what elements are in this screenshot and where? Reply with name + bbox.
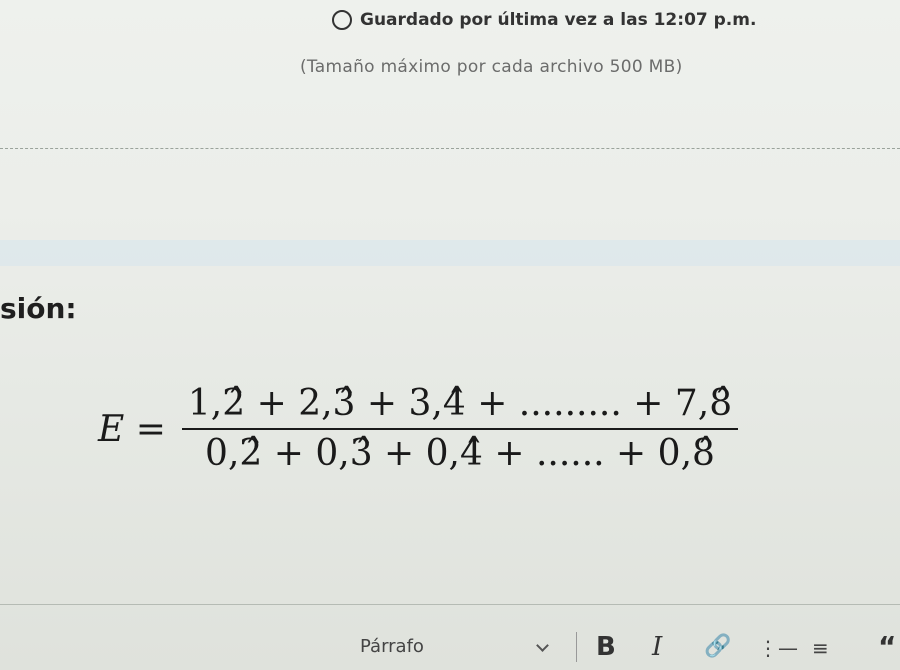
toolbar-separator xyxy=(576,632,577,662)
equation: E = 1,2̂ + 2,3̂ + 3,4̂ + ......... + 7,8… xyxy=(98,382,739,476)
section-label: sión: xyxy=(0,292,77,325)
equation-fraction: 1,2̂ + 2,3̂ + 3,4̂ + ......... + 7,8̂ 0,… xyxy=(181,382,739,476)
paragraph-style-select[interactable]: Párrafo xyxy=(360,636,424,657)
clock-icon xyxy=(332,10,352,30)
italic-button[interactable]: I xyxy=(652,632,662,662)
equation-denominator: 0,2̂ + 0,3̂ + 0,4̂ + ...... + 0,8̂ xyxy=(205,433,715,474)
save-status-text: Guardado por última vez a las 12:07 p.m. xyxy=(360,10,757,30)
editor-divider xyxy=(0,604,900,605)
bold-button[interactable]: B xyxy=(596,632,616,662)
quote-icon[interactable]: “ xyxy=(878,630,896,663)
section-band xyxy=(0,240,900,266)
dashed-divider xyxy=(0,148,900,149)
equation-numerator: 1,2̂ + 2,3̂ + 3,4̂ + ......... + 7,8̂ xyxy=(187,383,733,424)
chevron-down-icon[interactable] xyxy=(536,639,549,652)
numbered-list-icon[interactable]: ≡ xyxy=(812,636,829,660)
equation-lhs: E = xyxy=(98,408,166,450)
bullet-list-icon[interactable]: ⋮— xyxy=(758,636,798,660)
fraction-bar xyxy=(181,428,739,430)
save-status: Guardado por última vez a las 12:07 p.m. xyxy=(332,10,756,30)
link-icon[interactable]: 🔗 xyxy=(704,634,731,659)
file-size-note: (Tamaño máximo por cada archivo 500 MB) xyxy=(300,57,683,77)
editor-toolbar: Párrafo B I 🔗 ⋮— ≡ “ xyxy=(0,610,900,670)
